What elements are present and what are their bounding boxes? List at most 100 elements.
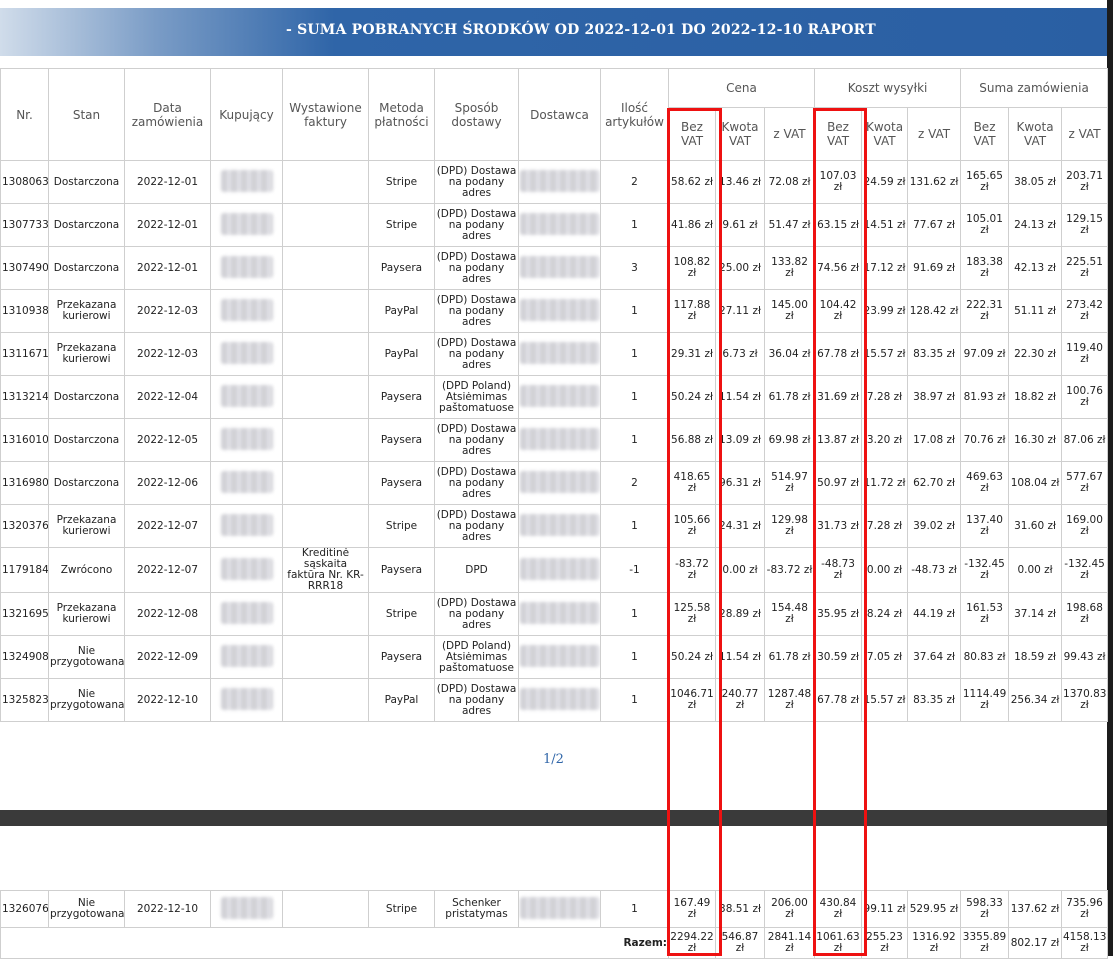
cell-ilosc: 1 bbox=[600, 678, 669, 722]
cell-suma-kwota: 31.60 zł bbox=[1008, 504, 1063, 548]
redacted-text bbox=[520, 384, 600, 407]
col-faktury: Wystawione faktury bbox=[282, 68, 369, 161]
cell-faktura bbox=[282, 592, 369, 636]
cell-data: 2022-12-01 bbox=[124, 203, 211, 247]
cell-sposob: (DPD) Dostawa na podany adres bbox=[434, 678, 519, 722]
cell-suma-kwota: 51.11 zł bbox=[1008, 289, 1063, 333]
cell-suma-bez: 1114.49 zł bbox=[960, 678, 1010, 722]
table-row: 1308063 Dostarczona 2022-12-01 Stripe (DPD) … bbox=[0, 160, 1109, 204]
sub-koszt-z: z VAT bbox=[907, 107, 962, 161]
cell-suma-bez: 161.53 zł bbox=[960, 592, 1010, 636]
cell-metoda: Paysera bbox=[368, 375, 435, 419]
cell-nr: 1320376 bbox=[0, 504, 49, 548]
cell-stan: Dostarczona bbox=[48, 203, 125, 247]
cell-suma-bez: 70.76 zł bbox=[960, 418, 1010, 462]
cell-nr: 1308063 bbox=[0, 160, 49, 204]
highlight-koszt-bez-vat bbox=[813, 108, 867, 956]
redacted-text bbox=[520, 513, 600, 536]
redacted-text bbox=[220, 513, 273, 536]
cell-suma-z: 225.51 zł bbox=[1061, 246, 1109, 290]
cell-ilosc: 1 bbox=[600, 375, 669, 419]
cell-data: 2022-12-07 bbox=[124, 547, 211, 593]
cell-suma-bez: 81.93 zł bbox=[960, 375, 1010, 419]
cell-metoda: Paysera bbox=[368, 246, 435, 290]
cell-nr: 1179184 bbox=[0, 547, 49, 593]
totals-row: Razem: 2294.22 zł 546.87 zł 2841.14 zł 1061.… bbox=[0, 927, 1108, 959]
cell-faktura bbox=[282, 160, 369, 204]
cell-kupujacy bbox=[210, 592, 283, 636]
redacted-text bbox=[520, 644, 600, 667]
cell-cena-kwota: 27.11 zł bbox=[715, 289, 765, 333]
cell-suma-kwota: 256.34 zł bbox=[1008, 678, 1063, 722]
cell-koszt-kwota: 15.57 zł bbox=[861, 678, 909, 722]
cell-koszt-z: 37.64 zł bbox=[907, 635, 962, 679]
redacted-text bbox=[520, 341, 600, 364]
table-row: 1307733 Dostarczona 2022-12-01 Stripe (DPD) … bbox=[0, 203, 1109, 247]
cell-sposob: (DPD) Dostawa na podany adres bbox=[434, 203, 519, 247]
cell-dostawca bbox=[518, 678, 601, 722]
cell-stan: Dostarczona bbox=[48, 461, 125, 505]
cell-metoda: Stripe bbox=[368, 203, 435, 247]
cell-dostawca bbox=[518, 418, 601, 462]
cell-koszt-z: 62.70 zł bbox=[907, 461, 962, 505]
cell-koszt-kwota: 8.24 zł bbox=[861, 592, 909, 636]
cell-data: 2022-12-09 bbox=[124, 635, 211, 679]
cell-koszt-z: 128.42 zł bbox=[907, 289, 962, 333]
cell-suma-kwota: 18.59 zł bbox=[1008, 635, 1063, 679]
redacted-text bbox=[520, 470, 600, 493]
cell-stan: Dostarczona bbox=[48, 418, 125, 462]
cell-faktura bbox=[282, 418, 369, 462]
cell-ilosc: 1 bbox=[600, 203, 669, 247]
cell-cena-kwota: 13.46 zł bbox=[715, 160, 765, 204]
redacted-text bbox=[220, 557, 273, 580]
redacted-text bbox=[220, 644, 273, 667]
group-koszt: Koszt wysyłki bbox=[814, 68, 962, 108]
cell-nr: 1324908 bbox=[0, 635, 49, 679]
cell-suma-bez: 165.65 zł bbox=[960, 160, 1010, 204]
redacted-text bbox=[220, 601, 273, 624]
cell-suma-bez: 137.40 zł bbox=[960, 504, 1010, 548]
cell-cena-kwota: 38.51 zł bbox=[715, 890, 765, 928]
cell-cena-z: 133.82 zł bbox=[763, 246, 816, 290]
cell-nr: 1321695 bbox=[0, 592, 49, 636]
cell-sposob: (DPD) Dostawa na podany adres bbox=[434, 332, 519, 376]
cell-suma-z: 273.42 zł bbox=[1061, 289, 1109, 333]
report-table-page-2: 1326076 Nie przygotowana 2022-12-10 Stripe S… bbox=[0, 890, 1108, 959]
cell-koszt-z: 91.69 zł bbox=[907, 246, 962, 290]
cell-metoda: Paysera bbox=[368, 418, 435, 462]
cell-koszt-z: 38.97 zł bbox=[907, 375, 962, 419]
cell-metoda: PayPal bbox=[368, 678, 435, 722]
cell-koszt-z: -48.73 zł bbox=[907, 547, 962, 593]
cell-koszt-kwota: 23.99 zł bbox=[861, 289, 909, 333]
cell-kupujacy bbox=[210, 246, 283, 290]
cell-suma-bez: 469.63 zł bbox=[960, 461, 1010, 505]
cell-ilosc: 1 bbox=[600, 418, 669, 462]
cell-suma-kwota: 24.13 zł bbox=[1008, 203, 1063, 247]
cell-kupujacy bbox=[210, 289, 283, 333]
cell-sposob: (DPD) Dostawa na podany adres bbox=[434, 289, 519, 333]
redacted-text bbox=[520, 896, 600, 919]
redacted-text bbox=[220, 212, 273, 235]
cell-sposob: (DPD Poland) Atsiėmimas paštomatuose bbox=[434, 635, 519, 679]
cell-dostawca bbox=[518, 635, 601, 679]
col-sposob: Sposób dostawy bbox=[434, 68, 519, 161]
cell-metoda: Paysera bbox=[368, 461, 435, 505]
cell-cena-z: 145.00 zł bbox=[763, 289, 816, 333]
cell-cena-z: 514.97 zł bbox=[763, 461, 816, 505]
cell-stan: Dostarczona bbox=[48, 160, 125, 204]
redacted-text bbox=[520, 298, 600, 321]
cell-koszt-z: 131.62 zł bbox=[907, 160, 962, 204]
total-suma-kwota: 802.17 zł bbox=[1008, 927, 1062, 959]
cell-suma-kwota: 38.05 zł bbox=[1008, 160, 1063, 204]
cell-cena-z: 61.78 zł bbox=[763, 635, 816, 679]
cell-cena-kwota: 11.54 zł bbox=[715, 375, 765, 419]
cell-kupujacy bbox=[210, 160, 283, 204]
cell-suma-z: 100.76 zł bbox=[1061, 375, 1109, 419]
cell-suma-z: 129.15 zł bbox=[1061, 203, 1109, 247]
table-row: 1311671 Przekazana kurierowi 2022-12-03 Pay… bbox=[0, 332, 1109, 376]
cell-suma-kwota: 0.00 zł bbox=[1008, 547, 1063, 593]
cell-sposob: (DPD) Dostawa na podany adres bbox=[434, 461, 519, 505]
cell-data: 2022-12-03 bbox=[124, 332, 211, 376]
cell-stan: Dostarczona bbox=[48, 246, 125, 290]
cell-dostawca bbox=[518, 890, 601, 928]
